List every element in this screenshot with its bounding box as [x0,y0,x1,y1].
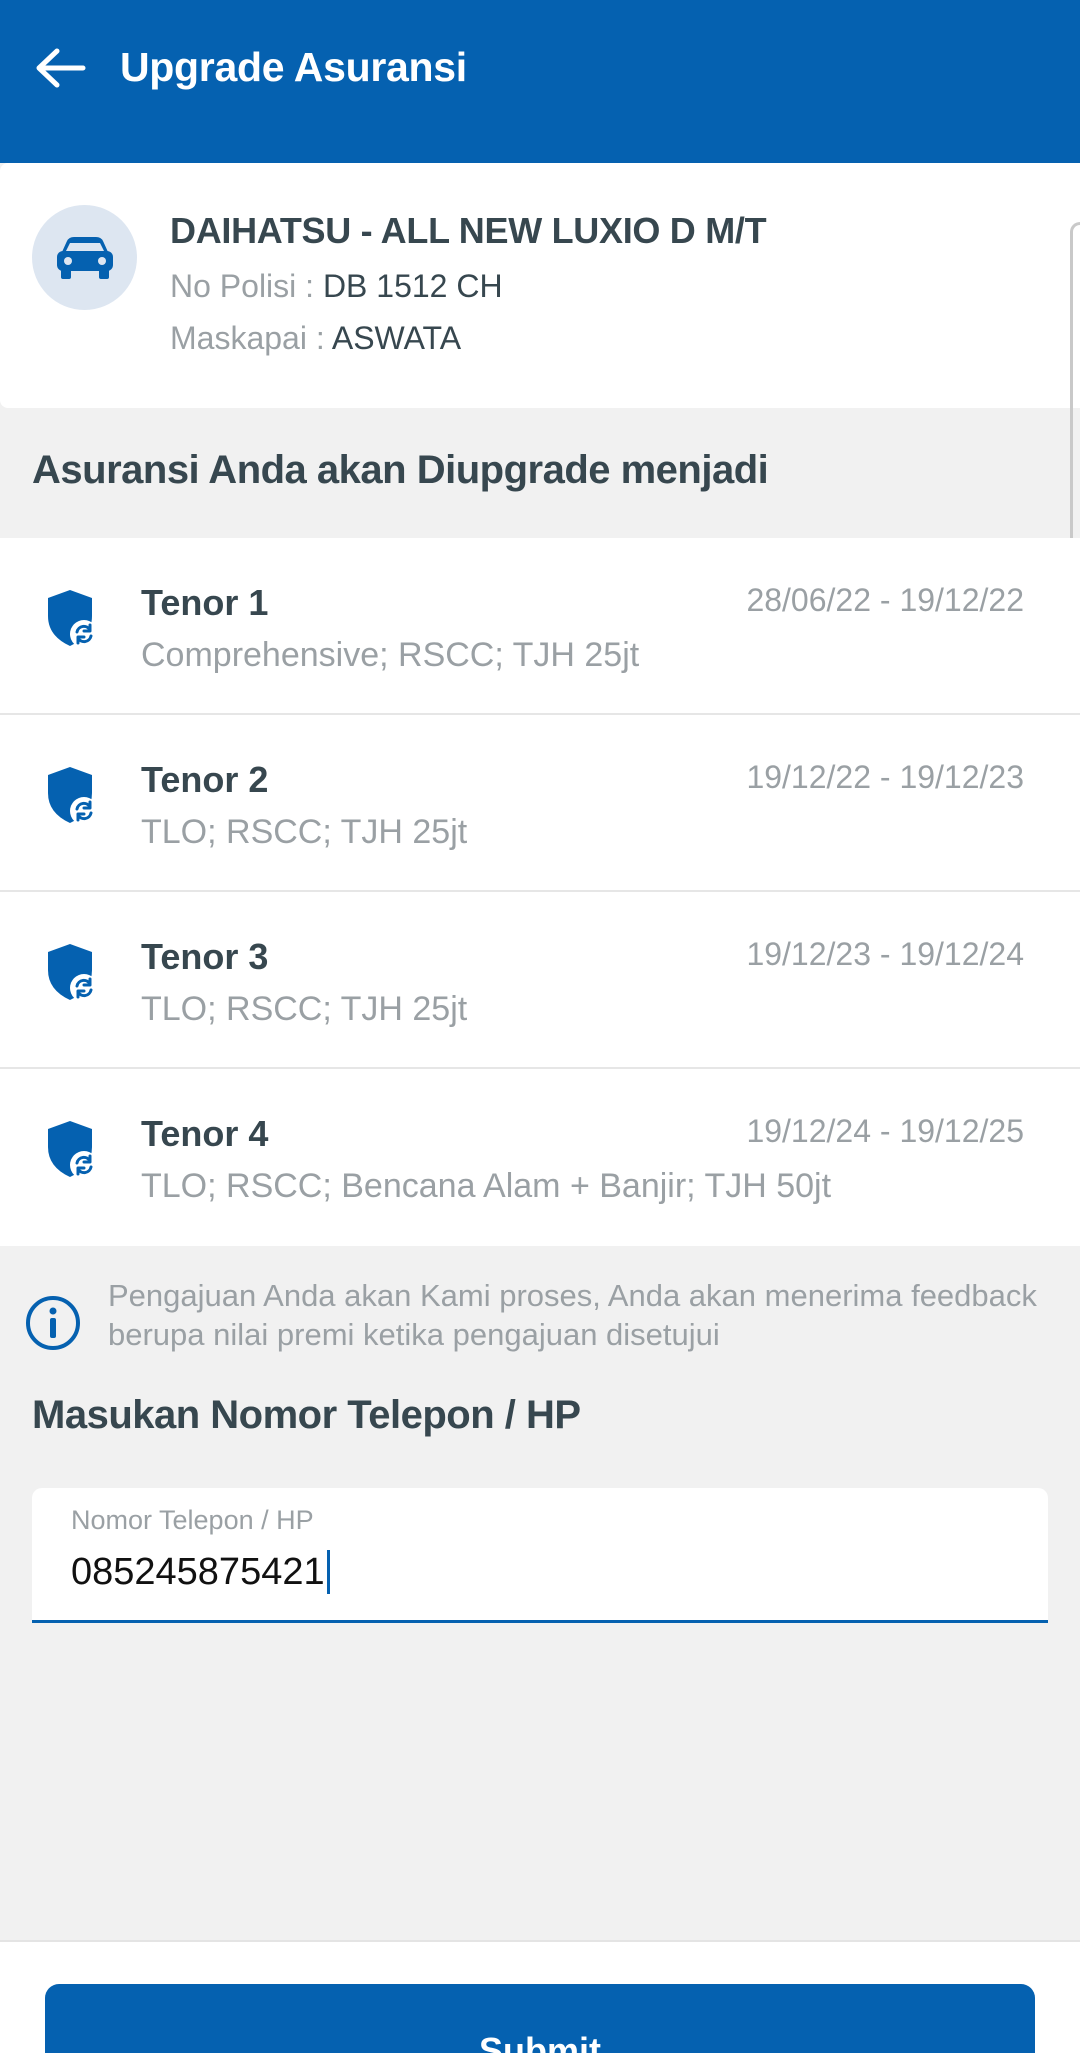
phone-field-label: Nomor Telepon / HP [71,1505,314,1535]
back-button[interactable] [30,38,90,98]
phone-field-value: 085245875421 [71,1550,325,1593]
info-icon [26,1296,80,1350]
list-item: Tenor 3 19/12/23 - 19/12/24 TLO; RSCC; T… [0,892,1080,1069]
tenor-period: 19/12/23 - 19/12/24 [746,936,1024,972]
vehicle-name: DAIHATSU - ALL NEW LUXIO D M/T [170,210,767,251]
list-item: Tenor 1 28/06/22 - 19/12/22 Comprehensiv… [0,538,1080,715]
car-icon [56,236,113,279]
police-number-value: DB 1512 CH [322,268,503,304]
vehicle-card [0,163,1080,408]
info-text: Pengajuan Anda akan Kami proses, Anda ak… [108,1278,1037,1352]
list-item: Tenor 2 19/12/22 - 19/12/23 TLO; RSCC; T… [0,715,1080,892]
shield-refresh-icon [48,767,98,825]
text-cursor [326,1550,330,1594]
shield-refresh-icon [48,1121,98,1179]
scrollbar[interactable] [1070,222,1080,562]
tenor-coverage: TLO; RSCC; TJH 25jt [141,990,468,1028]
tenor-coverage: Comprehensive; RSCC; TJH 25jt [141,636,640,674]
tenor-title: Tenor 3 [141,936,269,977]
carrier-row: Maskapai : ASWATA [170,320,461,357]
phone-heading: Masukan Nomor Telepon / HP [32,1393,581,1437]
tenor-period: 19/12/24 - 19/12/25 [746,1113,1024,1149]
carrier-label: Maskapai : [170,320,325,356]
tenor-title: Tenor 2 [141,759,269,800]
carrier-value: ASWATA [331,320,462,356]
police-number-row: No Polisi : DB 1512 CH [170,268,503,305]
arrow-left-icon [36,48,86,88]
tenor-coverage: TLO; RSCC; TJH 25jt [141,813,468,851]
tenor-title: Tenor 1 [141,582,269,623]
upgrade-section-title: Asuransi Anda akan Diupgrade menjadi [32,448,769,492]
shield-refresh-icon [48,944,98,1002]
shield-refresh-icon [48,590,98,648]
app-bar: Upgrade Asuransi [0,0,1080,163]
tenor-coverage: TLO; RSCC; Bencana Alam + Banjir; TJH 50… [141,1167,832,1205]
tenor-title: Tenor 4 [141,1113,269,1154]
tenor-period: 28/06/22 - 19/12/22 [746,582,1024,618]
list-item: Tenor 4 19/12/24 - 19/12/25 TLO; RSCC; B… [0,1069,1080,1246]
page-title: Upgrade Asuransi [120,44,467,90]
phone-field[interactable]: Nomor Telepon / HP 085245875421 [32,1488,1048,1623]
tenor-list: Tenor 1 28/06/22 - 19/12/22 Comprehensiv… [0,538,1080,1246]
phone-field-input[interactable]: 085245875421 [71,1550,330,1594]
vehicle-avatar [32,205,137,310]
submit-button[interactable]: Submit [45,1984,1035,2053]
police-number-label: No Polisi : [170,268,315,304]
tenor-period: 19/12/22 - 19/12/23 [746,759,1024,795]
